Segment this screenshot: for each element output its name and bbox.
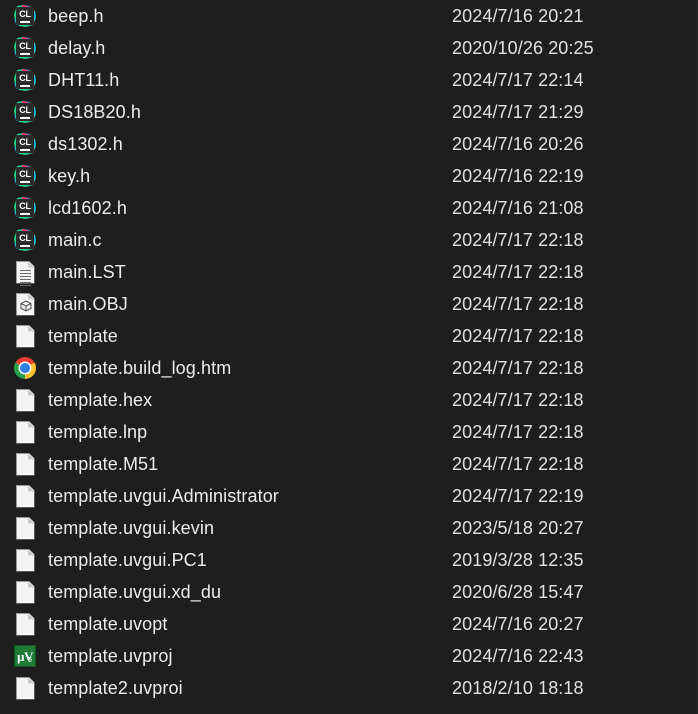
file-date-modified: 2020/6/28 15:47 (452, 582, 584, 602)
file-row[interactable]: template.uvgui.Administrator 2024/7/17 22… (0, 480, 698, 512)
blank-page-icon (12, 515, 38, 541)
file-name[interactable]: template.uvopt (48, 613, 167, 635)
file-date-modified: 2024/7/17 22:18 (452, 454, 584, 474)
clion-source-icon: CL (12, 227, 38, 253)
file-row[interactable]: template 2024/7/17 22:18 (0, 320, 698, 352)
file-date-modified: 2024/7/17 22:18 (452, 326, 584, 346)
file-name[interactable]: main.OBJ (48, 293, 128, 315)
file-name[interactable]: delay.h (48, 37, 105, 59)
file-name[interactable]: main.LST (48, 261, 126, 283)
file-date-modified: 2024/7/17 21:29 (452, 102, 584, 122)
blank-page-icon (12, 483, 38, 509)
file-name[interactable]: beep.h (48, 5, 104, 27)
file-date-modified: 2024/7/17 22:18 (452, 422, 584, 442)
file-name[interactable]: template (48, 325, 118, 347)
file-date-modified: 2024/7/17 22:14 (452, 70, 584, 90)
file-row[interactable]: template.uvgui.PC1 2019/3/28 12:35 (0, 544, 698, 576)
file-name[interactable]: lcd1602.h (48, 197, 127, 219)
file-date-modified: 2020/10/26 20:25 (452, 38, 594, 58)
file-date-modified: 2024/7/16 22:19 (452, 166, 584, 186)
file-name[interactable]: main.c (48, 229, 102, 251)
file-row[interactable]: template.uvopt 2024/7/16 20:27 (0, 608, 698, 640)
file-row[interactable]: CL DHT11.h 2024/7/17 22:14 (0, 64, 698, 96)
file-date-modified: 2024/7/17 22:19 (452, 486, 584, 506)
file-name[interactable]: template2.uvproi (48, 677, 183, 699)
file-row[interactable]: template.M51 2024/7/17 22:18 (0, 448, 698, 480)
file-name[interactable]: template.build_log.htm (48, 357, 231, 379)
clion-source-icon: CL (12, 3, 38, 29)
blank-page-icon (12, 675, 38, 701)
clion-source-icon: CL (12, 163, 38, 189)
file-name[interactable]: DHT11.h (48, 69, 119, 91)
clion-source-icon: CL (12, 67, 38, 93)
file-name[interactable]: template.uvgui.kevin (48, 517, 214, 539)
file-date-modified: 2024/7/17 22:18 (452, 390, 584, 410)
file-date-modified: 2024/7/17 22:18 (452, 358, 584, 378)
blank-page-icon (12, 579, 38, 605)
file-date-modified: 2024/7/16 21:08 (452, 198, 584, 218)
file-name[interactable]: ds1302.h (48, 133, 123, 155)
uvision-project-icon: µV 5 (12, 643, 38, 669)
object-file-icon (12, 291, 38, 317)
file-date-modified: 2024/7/17 22:18 (452, 294, 584, 314)
chrome-icon (12, 355, 38, 381)
file-date-modified: 2019/3/28 12:35 (452, 550, 584, 570)
file-row[interactable]: CL key.h 2024/7/16 22:19 (0, 160, 698, 192)
file-date-modified: 2024/7/16 22:43 (452, 646, 584, 666)
file-row[interactable]: template.hex 2024/7/17 22:18 (0, 384, 698, 416)
clion-source-icon: CL (12, 195, 38, 221)
file-row[interactable]: main.LST 2024/7/17 22:18 (0, 256, 698, 288)
blank-page-icon (12, 387, 38, 413)
file-row[interactable]: CL beep.h 2024/7/16 20:21 (0, 0, 698, 32)
blank-page-icon (12, 547, 38, 573)
file-row[interactable]: CL main.c 2024/7/17 22:18 (0, 224, 698, 256)
text-document-icon (12, 259, 38, 286)
file-row[interactable]: template2.uvproi 2018/2/10 18:18 (0, 672, 698, 704)
file-name[interactable]: template.M51 (48, 453, 158, 475)
file-row[interactable]: template.lnp 2024/7/17 22:18 (0, 416, 698, 448)
file-name[interactable]: template.uvgui.Administrator (48, 485, 279, 507)
file-date-modified: 2024/7/16 20:21 (452, 6, 584, 26)
file-date-modified: 2024/7/17 22:18 (452, 262, 584, 282)
blank-page-icon (12, 611, 38, 637)
file-row[interactable]: template.uvgui.xd_du 2020/6/28 15:47 (0, 576, 698, 608)
blank-page-icon (12, 323, 38, 349)
file-date-modified: 2018/2/10 18:18 (452, 678, 584, 698)
blank-page-icon (12, 419, 38, 445)
blank-page-icon (12, 451, 38, 477)
file-list[interactable]: CL beep.h 2024/7/16 20:21 CL delay.h 2020/10/… (0, 0, 698, 714)
file-date-modified: 2024/7/16 20:27 (452, 614, 584, 634)
file-row[interactable]: main.OBJ 2024/7/17 22:18 (0, 288, 698, 320)
file-date-modified: 2023/5/18 20:27 (452, 518, 584, 538)
file-name[interactable]: template.lnp (48, 421, 147, 443)
file-row[interactable]: template.build_log.htm 2024/7/17 22:18 (0, 352, 698, 384)
file-date-modified: 2024/7/16 20:26 (452, 134, 584, 154)
file-row[interactable]: template.uvgui.kevin 2023/5/18 20:27 (0, 512, 698, 544)
clion-source-icon: CL (12, 35, 38, 61)
file-row[interactable]: µV 5 template.uvproj 2024/7/16 22:43 (0, 640, 698, 672)
clion-source-icon: CL (12, 131, 38, 157)
file-name[interactable]: template.hex (48, 389, 152, 411)
file-name[interactable]: template.uvgui.xd_du (48, 581, 221, 603)
clion-source-icon: CL (12, 99, 38, 125)
file-row[interactable]: CL delay.h 2020/10/26 20:25 (0, 32, 698, 64)
file-name[interactable]: template.uvgui.PC1 (48, 549, 207, 571)
file-row[interactable]: CL DS18B20.h 2024/7/17 21:29 (0, 96, 698, 128)
file-name[interactable]: template.uvproj (48, 645, 173, 667)
file-row[interactable]: CL lcd1602.h 2024/7/16 21:08 (0, 192, 698, 224)
file-name[interactable]: key.h (48, 165, 90, 187)
file-row[interactable]: CL ds1302.h 2024/7/16 20:26 (0, 128, 698, 160)
file-name[interactable]: DS18B20.h (48, 101, 141, 123)
file-date-modified: 2024/7/17 22:18 (452, 230, 584, 250)
